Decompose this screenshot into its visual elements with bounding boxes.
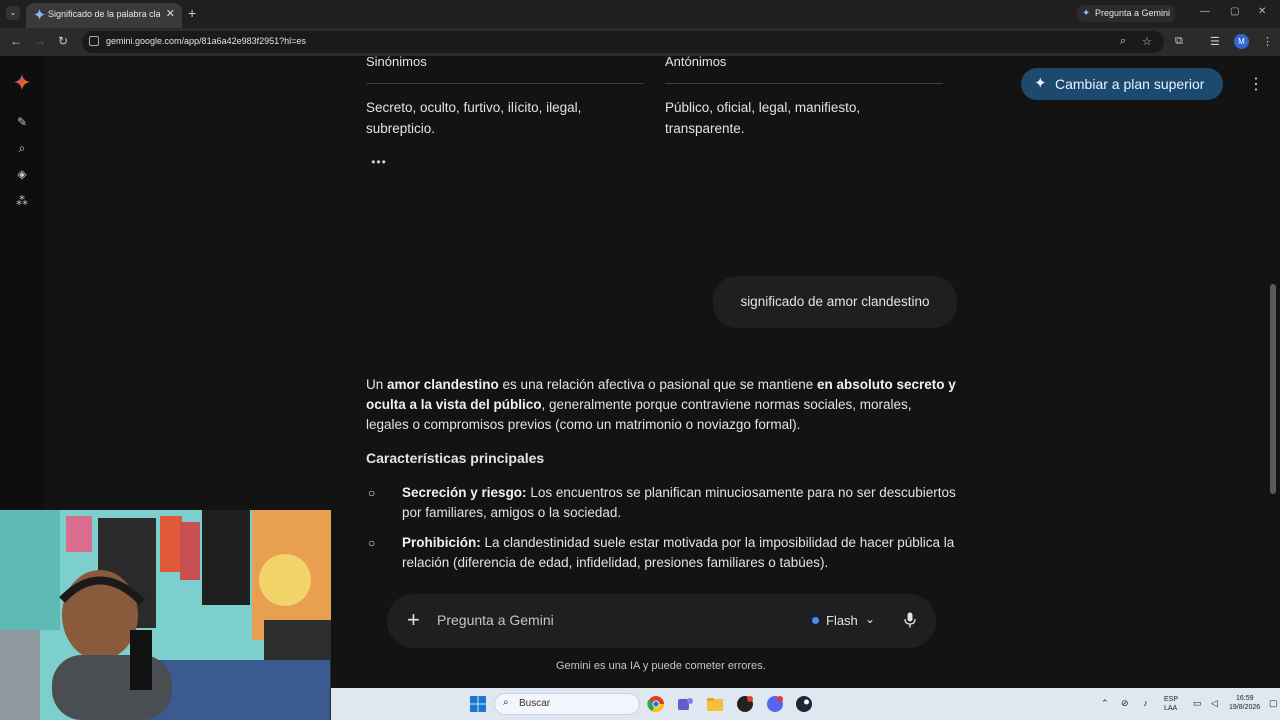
url-text: gemini.google.com/app/81a6a42e983f2951?h…: [106, 36, 306, 46]
upgrade-label: Cambiar a plan superior: [1055, 76, 1205, 92]
new-tab-button[interactable]: +: [188, 5, 196, 21]
antonyms-line: transparente.: [665, 121, 745, 136]
notifications-icon[interactable]: ▢: [1269, 698, 1278, 709]
model-status-dot: [812, 617, 819, 624]
user-prompt-bubble: significado de amor clandestino: [713, 276, 957, 328]
maximize-icon[interactable]: ▢: [1230, 6, 1239, 17]
list-item-title: Secreción y riesgo:: [402, 485, 527, 500]
minimize-icon[interactable]: —: [1200, 6, 1210, 17]
model-selector[interactable]: Flash: [826, 613, 858, 628]
prompt-placeholder[interactable]: Pregunta a Gemini: [437, 612, 554, 628]
reading-list-icon[interactable]: ☰: [1210, 35, 1220, 48]
disclaimer-text: Gemini es una IA y puede cometer errores…: [556, 660, 766, 672]
tray-overflow-icon[interactable]: ⌃: [1101, 698, 1109, 709]
zoom-icon[interactable]: ⌕: [1120, 35, 1126, 48]
antonyms-header: Antónimos: [665, 56, 727, 69]
list-bullet: ○: [368, 486, 376, 500]
windows-start-icon[interactable]: [469, 695, 487, 713]
display-icon[interactable]: ▭: [1193, 698, 1202, 709]
clock-date[interactable]: 19/8/2026: [1229, 704, 1260, 711]
microphone-tray-icon[interactable]: ♪: [1143, 698, 1148, 708]
antonyms-cell: Público, oficial, legal, manifiesto, tra…: [665, 97, 945, 139]
gemini-favicon-icon: [34, 9, 45, 20]
gems-icon[interactable]: ◈: [14, 166, 30, 182]
browser-menu-icon[interactable]: ⋮: [1262, 35, 1273, 48]
apps-icon[interactable]: ⁂: [14, 193, 30, 209]
close-window-icon[interactable]: ✕: [1258, 6, 1266, 17]
taskbar-search-label: Buscar: [519, 698, 551, 709]
tab-search-button[interactable]: ⌄: [6, 6, 20, 20]
list-bullet: ○: [368, 536, 376, 550]
features-heading: Características principales: [366, 450, 545, 466]
gemini-logo-icon[interactable]: [14, 74, 30, 90]
synonyms-line: Secreto, oculto, furtivo, ilícito, ilega…: [366, 100, 582, 115]
ask-gemini-button[interactable]: ✦ Pregunta a Gemini: [1077, 5, 1175, 22]
table-divider: [366, 83, 644, 84]
webcam-overlay: [0, 510, 331, 720]
upgrade-spark-icon: ✦: [1034, 75, 1047, 92]
new-chat-icon[interactable]: ✎: [14, 114, 30, 130]
answer-paragraph: Un amor clandestino es una relación afec…: [366, 375, 958, 435]
app-icon[interactable]: [736, 695, 754, 713]
tab-title: Significado de la palabra clandestino: [48, 9, 160, 19]
answer-text: es una relación afectiva o pasional que …: [498, 377, 818, 392]
clock-time[interactable]: 16:59: [1236, 695, 1254, 702]
webcam-image: [0, 510, 331, 720]
file-explorer-icon[interactable]: [706, 695, 724, 713]
search-icon[interactable]: ⌕: [14, 140, 30, 156]
table-divider: [665, 83, 943, 84]
forward-icon[interactable]: →: [34, 34, 46, 48]
list-item-text: La clandestinidad suele estar motivada p…: [402, 535, 955, 570]
search-icon: ⌕: [503, 697, 509, 708]
browser-toolbar: ← → ↻ gemini.google.com/app/81a6a42e983f…: [0, 28, 1280, 56]
site-info-icon[interactable]: [89, 36, 99, 46]
chevron-down-icon[interactable]: ⌄: [865, 612, 875, 626]
browser-tab[interactable]: Significado de la palabra clandestino ✕: [26, 3, 182, 28]
list-item: Prohibición: La clandestinidad suele est…: [402, 533, 962, 573]
upgrade-plan-button[interactable]: ✦ Cambiar a plan superior: [1021, 68, 1223, 100]
overflow-menu-icon[interactable]: ⋮: [1248, 74, 1264, 94]
answer-bold: amor clandestino: [387, 377, 499, 392]
teams-icon[interactable]: [676, 695, 694, 713]
more-options-icon[interactable]: •••: [367, 156, 391, 172]
close-tab-icon[interactable]: ✕: [166, 7, 175, 20]
synonyms-cell: Secreto, oculto, furtivo, ilícito, ilega…: [366, 97, 646, 139]
chrome-icon[interactable]: [647, 695, 665, 713]
bookmark-star-icon[interactable]: ☆: [1142, 35, 1152, 48]
prompt-input-box[interactable]: + Pregunta a Gemini Flash ⌄: [387, 594, 936, 648]
browser-tab-strip: ⌄ Significado de la palabra clandestino …: [0, 0, 1280, 28]
language-indicator[interactable]: ESP: [1164, 696, 1178, 703]
network-icon[interactable]: ⊘: [1121, 698, 1129, 709]
answer-text: Un: [366, 377, 388, 392]
antonyms-line: Público, oficial, legal, manifiesto,: [665, 100, 861, 115]
synonyms-header: Sinónimos: [366, 56, 427, 69]
synonyms-line: subrepticio.: [366, 121, 436, 136]
add-attachment-icon[interactable]: +: [407, 607, 420, 633]
discord-icon[interactable]: [766, 695, 784, 713]
steam-icon[interactable]: [795, 695, 813, 713]
scrollbar[interactable]: [1270, 284, 1276, 494]
list-item-title: Prohibición:: [402, 535, 481, 550]
address-bar[interactable]: gemini.google.com/app/81a6a42e983f2951?h…: [82, 31, 1164, 53]
language-indicator-sub[interactable]: LAA: [1164, 705, 1177, 712]
windows-taskbar: ⌕ Buscar ⌃ ⊘ ♪ ESP LAA ▭ ◁ 16:59 19/8/20…: [331, 688, 1280, 720]
gemini-spark-icon: ✦: [1082, 8, 1091, 19]
list-item: Secreción y riesgo: Los encuentros se pl…: [402, 483, 962, 523]
profile-avatar[interactable]: M: [1234, 34, 1249, 49]
taskbar-search-box[interactable]: ⌕ Buscar: [494, 693, 640, 715]
back-icon[interactable]: ←: [10, 34, 22, 48]
extensions-icon[interactable]: ⧉: [1175, 35, 1183, 48]
ask-gemini-label: Pregunta a Gemini: [1095, 8, 1171, 18]
reload-icon[interactable]: ↻: [58, 34, 68, 48]
volume-icon[interactable]: ◁: [1211, 698, 1218, 709]
microphone-icon[interactable]: [904, 612, 916, 628]
